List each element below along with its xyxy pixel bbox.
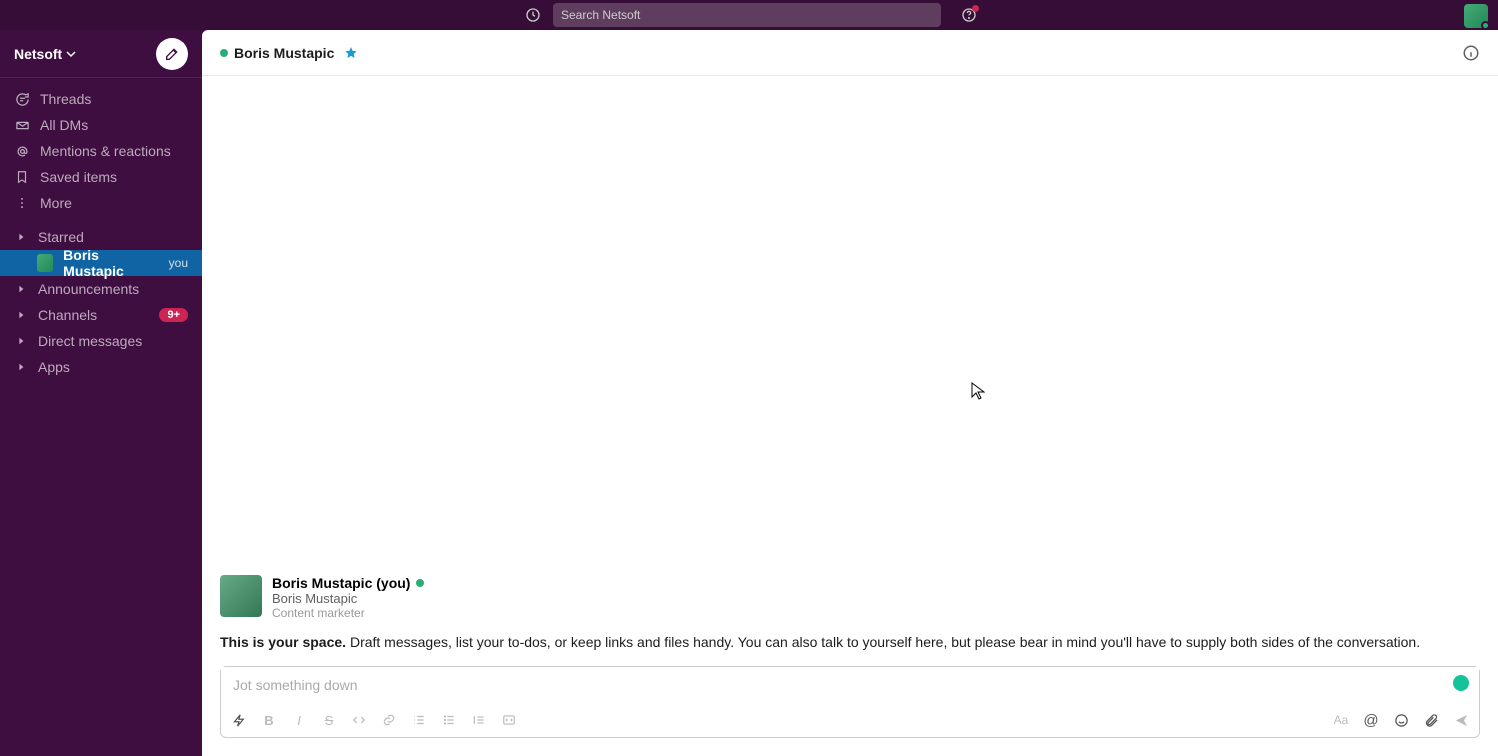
nav-label: Boris Mustapic xyxy=(63,247,154,279)
sidebar-channels[interactable]: Channels 9+ xyxy=(0,302,202,328)
presence-indicator xyxy=(416,579,424,587)
content-area: Boris Mustapic Boris Mustapic (you) Bori… xyxy=(202,30,1498,756)
profile-name: Boris Mustapic (you) xyxy=(272,575,410,591)
channel-header: Boris Mustapic xyxy=(202,30,1498,76)
dms-icon xyxy=(14,117,30,133)
sidebar-saved[interactable]: Saved items xyxy=(0,164,202,190)
intro-rest: Draft messages, list your to-dos, or kee… xyxy=(346,634,1420,650)
info-icon[interactable] xyxy=(1462,44,1480,62)
profile-block: Boris Mustapic (you) Boris Mustapic Cont… xyxy=(220,575,1480,620)
sidebar-announcements[interactable]: Announcements xyxy=(0,276,202,302)
sidebar-direct-messages[interactable]: Direct messages xyxy=(0,328,202,354)
intro-bold: This is your space. xyxy=(220,634,346,650)
nav-label: Mentions & reactions xyxy=(40,143,171,159)
nav-label: Channels xyxy=(38,307,97,323)
attachment-icon[interactable] xyxy=(1423,712,1439,728)
workspace-header: Netsoft xyxy=(0,30,202,78)
you-tag: you xyxy=(169,256,188,270)
grammarly-icon[interactable] xyxy=(1453,675,1469,691)
avatar-icon xyxy=(37,254,53,272)
sidebar-threads[interactable]: Threads xyxy=(0,86,202,112)
history-icon[interactable] xyxy=(521,3,545,27)
nav-label: Announcements xyxy=(38,281,139,297)
send-icon[interactable] xyxy=(1453,712,1469,728)
nav-label: Apps xyxy=(38,359,70,375)
list-bullet-icon[interactable] xyxy=(441,712,457,728)
text-format-icon[interactable]: Aa xyxy=(1333,712,1349,728)
link-icon[interactable] xyxy=(381,712,397,728)
user-avatar[interactable] xyxy=(1464,4,1488,28)
nav-label: Direct messages xyxy=(38,333,142,349)
caret-icon xyxy=(14,285,28,293)
nav-label: Starred xyxy=(38,229,84,245)
channel-name[interactable]: Boris Mustapic xyxy=(234,45,334,61)
mentions-icon xyxy=(14,143,30,159)
threads-icon xyxy=(14,91,30,107)
sidebar-all-dms[interactable]: All DMs xyxy=(0,112,202,138)
nav-label: All DMs xyxy=(40,117,88,133)
sidebar-more[interactable]: More xyxy=(0,190,202,216)
sidebar-mentions[interactable]: Mentions & reactions xyxy=(0,138,202,164)
workspace-name: Netsoft xyxy=(14,46,62,62)
message-input[interactable] xyxy=(221,667,1479,703)
profile-subname: Boris Mustapic xyxy=(272,591,424,606)
mention-icon[interactable]: @ xyxy=(1363,712,1379,728)
profile-avatar[interactable] xyxy=(220,575,262,617)
list-ordered-icon[interactable] xyxy=(411,712,427,728)
star-icon[interactable] xyxy=(344,46,358,60)
nav-label: Saved items xyxy=(40,169,117,185)
caret-icon xyxy=(14,337,28,345)
shortcuts-icon[interactable] xyxy=(231,712,247,728)
topbar xyxy=(0,0,1498,30)
bookmark-icon xyxy=(14,169,30,185)
caret-icon xyxy=(14,363,28,371)
blockquote-icon[interactable] xyxy=(471,712,487,728)
help-icon[interactable] xyxy=(961,7,977,23)
emoji-icon[interactable] xyxy=(1393,712,1409,728)
composer-toolbar: B I S Aa @ xyxy=(221,703,1479,737)
sidebar: Netsoft Threads All DMs Mentions & react… xyxy=(0,30,202,756)
search-input[interactable] xyxy=(553,3,941,27)
presence-indicator xyxy=(220,49,228,57)
sidebar-apps[interactable]: Apps xyxy=(0,354,202,380)
message-composer: B I S Aa @ xyxy=(220,666,1480,738)
more-icon xyxy=(14,195,30,211)
codeblock-icon[interactable] xyxy=(501,712,517,728)
caret-icon xyxy=(14,233,28,241)
nav-label: More xyxy=(40,195,72,211)
nav-label: Threads xyxy=(40,91,91,107)
caret-icon xyxy=(14,311,28,319)
italic-icon[interactable]: I xyxy=(291,712,307,728)
profile-role: Content marketer xyxy=(272,606,424,620)
unread-badge: 9+ xyxy=(159,308,188,322)
bold-icon[interactable]: B xyxy=(261,712,277,728)
presence-dot xyxy=(1481,21,1490,30)
workspace-switcher[interactable]: Netsoft xyxy=(14,46,76,62)
intro-text: This is your space. Draft messages, list… xyxy=(220,634,1480,650)
sidebar-self-dm[interactable]: Boris Mustapic you xyxy=(0,250,202,276)
compose-button[interactable] xyxy=(156,38,188,70)
notification-dot xyxy=(972,5,979,12)
strikethrough-icon[interactable]: S xyxy=(321,712,337,728)
code-icon[interactable] xyxy=(351,712,367,728)
